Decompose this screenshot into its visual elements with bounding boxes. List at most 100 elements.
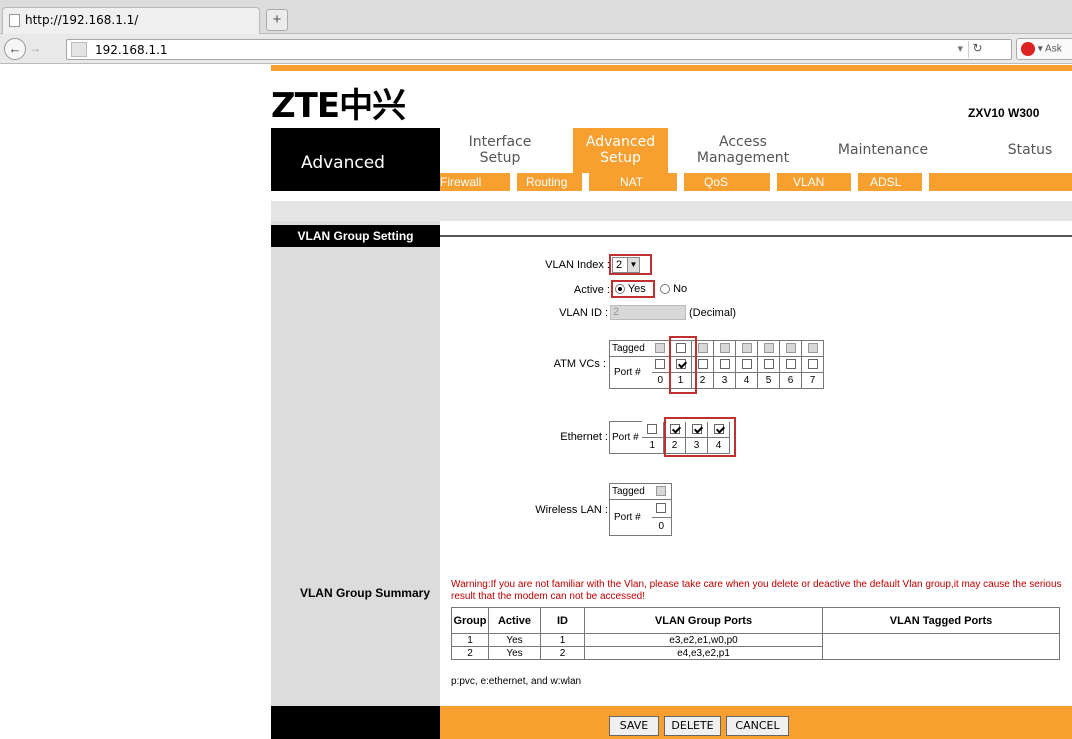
search-box[interactable]: ▾ Ask: [1016, 38, 1072, 60]
subnav-vlan[interactable]: VLAN: [793, 173, 824, 191]
cell-active: Yes: [488, 646, 541, 660]
search-engine-dropdown-icon[interactable]: ▾: [1038, 44, 1043, 55]
cancel-button[interactable]: CANCEL: [726, 716, 789, 736]
history-dropdown-icon[interactable]: ▾: [957, 42, 963, 55]
browser-tab-bar: http://192.168.1.1/ +: [0, 0, 1072, 34]
wlan-tagged-0-cell: [651, 483, 672, 500]
atm-port-5-cell: [757, 356, 780, 373]
vlan-group-summary-title: VLAN Group Summary: [299, 586, 430, 600]
section-label: Advanced: [271, 128, 440, 191]
active-yes-radio[interactable]: [615, 284, 625, 295]
browser-tab[interactable]: http://192.168.1.1/: [2, 7, 260, 34]
model-name: ZXV10 W300: [968, 106, 1040, 120]
subnav-nat[interactable]: NAT: [620, 173, 643, 191]
warning-text: Warning:If you are not familiar with the…: [451, 579, 1062, 602]
cell-id: 2: [540, 646, 585, 660]
tab-title: http://192.168.1.1/: [25, 13, 139, 27]
atm-vcs-label: ATM VCs :: [553, 358, 606, 370]
zte-logo: ZTE中兴: [271, 86, 406, 126]
subnav-divider: [677, 173, 684, 191]
wlan-port-0-checkbox[interactable]: [656, 503, 667, 514]
subnav-divider: [582, 173, 589, 191]
col-header: VLAN Tagged Ports: [822, 607, 1060, 634]
site-icon: [71, 42, 87, 57]
atm-tagged-0-cell: [651, 340, 670, 357]
wlan-port-0-cell: [651, 499, 672, 518]
eth-port-number: 1: [641, 437, 664, 454]
atm-tagged-label: Tagged: [609, 340, 652, 357]
subnav-divider: [922, 173, 929, 191]
subnav-adsl[interactable]: ADSL: [870, 173, 901, 191]
active-label: Active :: [573, 284, 610, 296]
active-yes-option[interactable]: Yes: [615, 283, 646, 295]
atm-tagged-4-checkbox: [741, 343, 752, 354]
active-no-option[interactable]: No: [660, 283, 687, 295]
browser-nav-bar: ← → 192.168.1.1 ▾ ↻ ▾ Ask: [0, 34, 1072, 64]
atm-port-6-cell: [779, 356, 802, 373]
atm-tagged-2-checkbox: [697, 343, 708, 354]
col-header: ID: [540, 607, 585, 634]
col-header: VLAN Group Ports: [584, 607, 823, 634]
atm-port-4-checkbox[interactable]: [741, 359, 752, 370]
back-icon[interactable]: ←: [4, 38, 26, 60]
atm-port-3-checkbox[interactable]: [719, 359, 730, 370]
atm-port-number: 6: [779, 372, 802, 389]
atm-port-number: 7: [801, 372, 824, 389]
nav-maintenance[interactable]: Maintenance: [833, 128, 933, 173]
vlan-id-input[interactable]: 2: [610, 305, 686, 320]
sub-nav: Firewall Routing NAT QoS VLAN ADSL: [440, 173, 1072, 191]
nav-advanced-setup[interactable]: Advanced Setup: [573, 128, 668, 173]
left-column: [271, 221, 440, 706]
subnav-firewall[interactable]: Firewall: [440, 173, 481, 191]
subnav-qos[interactable]: QoS: [704, 173, 728, 191]
subnav-routing[interactable]: Routing: [526, 173, 567, 191]
reload-icon[interactable]: ↻: [968, 41, 986, 58]
atm-port-7-checkbox[interactable]: [807, 359, 818, 370]
delete-button[interactable]: DELETE: [664, 716, 721, 736]
table-row: 1 Yes 1 e3,e2,e1,w0,p0: [451, 633, 1060, 660]
atm-tagged-6-checkbox: [785, 343, 796, 354]
vlan-index-label: VLAN Index :: [545, 259, 610, 271]
eth-port-1-checkbox[interactable]: [647, 424, 658, 435]
vlan-id-label: VLAN ID :: [559, 307, 608, 319]
cell-group: 2: [451, 646, 489, 660]
cell-tagged-ports: [822, 633, 1060, 660]
subnav-divider: [510, 173, 517, 191]
atm-tagged-7-cell: [801, 340, 824, 357]
atm-tagged-5-cell: [757, 340, 780, 357]
atm-port-number: 4: [735, 372, 758, 389]
atm-tagged-6-cell: [779, 340, 802, 357]
save-button[interactable]: SAVE: [609, 716, 659, 736]
wireless-lan-label: Wireless LAN :: [535, 504, 608, 516]
nav-access-management[interactable]: Access Management: [678, 128, 808, 173]
legend-note: p:pvc, e:ethernet, and w:wlan: [451, 676, 582, 687]
active-no-radio[interactable]: [660, 284, 670, 295]
atm-port-5-checkbox[interactable]: [763, 359, 774, 370]
nav-status[interactable]: Status: [1000, 128, 1060, 173]
atm-tagged-4-cell: [735, 340, 758, 357]
new-tab-button[interactable]: +: [266, 9, 288, 31]
atm-tagged-7-checkbox: [807, 343, 818, 354]
active-no-label: No: [673, 283, 688, 295]
content-header-strip: [271, 201, 1072, 221]
forward-icon[interactable]: →: [29, 41, 41, 55]
wlan-port-label: Port #: [609, 499, 652, 536]
atm-tagged-3-cell: [713, 340, 736, 357]
vlan-index-select[interactable]: 2 ▼: [612, 257, 640, 273]
atm-port-6-checkbox[interactable]: [785, 359, 796, 370]
eth-port-1-cell: [641, 421, 664, 438]
atm-port-0-checkbox[interactable]: [655, 359, 666, 370]
address-bar[interactable]: 192.168.1.1 ▾ ↻: [66, 39, 1012, 60]
nav-interface-setup[interactable]: Interface Setup: [440, 128, 560, 173]
main-nav: Interface Setup Advanced Setup Access Ma…: [440, 128, 1072, 173]
atm-port-4-cell: [735, 356, 758, 373]
subnav-divider: [770, 173, 777, 191]
col-header: Active: [488, 607, 541, 634]
atm-port-2-checkbox[interactable]: [697, 359, 708, 370]
cell-id: 1: [540, 633, 585, 647]
page-icon: [9, 14, 20, 27]
vlan-summary-table: Group Active ID VLAN Group Ports VLAN Ta…: [451, 607, 1060, 660]
ethernet-port-label: Port #: [609, 421, 642, 454]
table-header-row: Group Active ID VLAN Group Ports VLAN Ta…: [451, 607, 1060, 634]
atm-port-number: 3: [713, 372, 736, 389]
